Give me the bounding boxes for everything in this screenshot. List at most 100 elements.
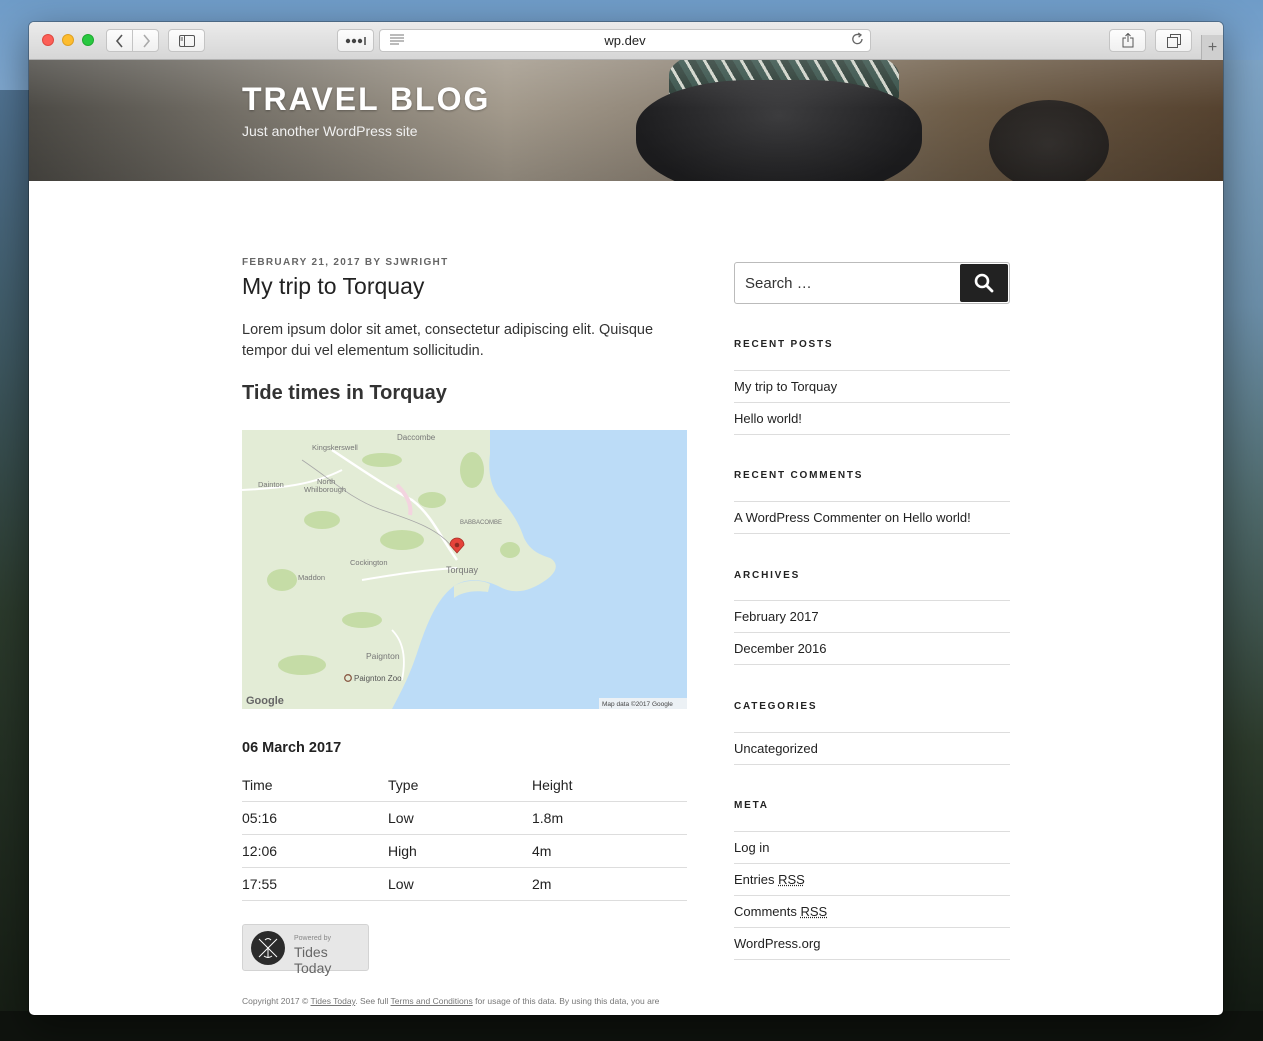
search-icon <box>974 273 994 293</box>
map-label-daccombe: Daccombe <box>397 433 436 442</box>
tides-today-logo-icon <box>251 931 285 965</box>
post-by: BY <box>364 257 382 268</box>
maximize-window-button[interactable] <box>82 34 94 46</box>
post-excerpt: Lorem ipsum dolor sit amet, consectetur … <box>242 322 654 359</box>
map-label-paignton-zoo: Paignton Zoo <box>354 674 402 683</box>
categories-list: Uncategorized <box>734 732 1010 765</box>
post-date[interactable]: FEBRUARY 21, 2017 <box>242 257 361 268</box>
site-header: TRAVEL BLOG Just another WordPress site <box>29 60 1223 181</box>
archives-list: February 2017 December 2016 <box>734 600 1010 665</box>
column-header-type: Type <box>388 769 532 802</box>
widget-title-recent-comments: RECENT COMMENTS <box>734 470 864 481</box>
search-button[interactable] <box>960 264 1008 302</box>
post-title[interactable]: My trip to Torquay <box>242 273 424 300</box>
extensions-button[interactable] <box>337 29 374 52</box>
map-label-maddon: Maddon <box>298 573 325 582</box>
tide-table: Time Type Height 05:16 Low 1.8m 12:06 Hi… <box>242 769 687 901</box>
show-sidebar-button[interactable] <box>168 29 205 52</box>
map-label-kingskerswell: Kingskerswell <box>312 443 358 452</box>
map-label-torquay: Torquay <box>446 565 479 575</box>
search-input[interactable] <box>735 263 960 303</box>
address-bar[interactable]: wp.dev <box>379 29 871 52</box>
tides-today-link[interactable]: Tides Today <box>311 996 356 1006</box>
browser-window: wp.dev + TRAVEL BLOG Just another WordPr… <box>29 22 1223 1015</box>
comment-post[interactable]: Hello world! <box>903 510 971 525</box>
map-label-cockington: Cockington <box>350 558 388 567</box>
powered-by-badge[interactable]: Powered by Tides Today <box>242 924 369 976</box>
table-header-row: Time Type Height <box>242 769 687 802</box>
entries-label: Entries <box>734 872 775 887</box>
list-item[interactable]: Uncategorized <box>734 733 1010 765</box>
tab-overview-button[interactable] <box>1155 29 1192 52</box>
list-item[interactable]: Entries RSS <box>734 864 1010 896</box>
table-row: 17:55 Low 2m <box>242 867 687 901</box>
forward-button[interactable] <box>132 29 159 52</box>
widget-title-categories: CATEGORIES <box>734 701 818 712</box>
list-item[interactable]: My trip to Torquay <box>734 371 1010 403</box>
back-icon <box>115 33 123 48</box>
tide-time: 12:06 <box>242 834 388 868</box>
list-item[interactable]: February 2017 <box>734 601 1010 633</box>
recent-comments-list: A WordPress Commenter on Hello world! <box>734 501 1010 534</box>
tide-time: 05:16 <box>242 801 388 835</box>
reader-icon[interactable] <box>390 33 404 48</box>
list-item[interactable]: Log in <box>734 832 1010 864</box>
forward-icon <box>142 33 150 48</box>
minimize-window-button[interactable] <box>62 34 74 46</box>
tide-date: 06 March 2017 <box>242 740 342 756</box>
column-header-height: Height <box>532 769 687 802</box>
page-content: FEBRUARY 21, 2017 BY SJWRIGHT My trip to… <box>29 181 1223 1015</box>
terms-link[interactable]: Terms and Conditions <box>391 996 473 1006</box>
tide-height: 4m <box>532 834 687 868</box>
header-shade <box>29 60 1223 181</box>
copyright-suffix: for usage of this data. By using this da… <box>475 996 660 1006</box>
comments-label: Comments <box>734 904 797 919</box>
widget-title-recent-posts: RECENT POSTS <box>734 339 834 350</box>
new-tab-icon: + <box>1207 38 1218 56</box>
list-item[interactable]: Comments RSS <box>734 896 1010 928</box>
list-item[interactable]: WordPress.org <box>734 928 1010 960</box>
comment-on: on <box>884 510 900 525</box>
map-attribution[interactable]: Map data ©2017 Google <box>602 700 673 708</box>
google-map[interactable]: Daccombe Kingskerswell Dainton North Whi… <box>242 430 687 709</box>
list-item: A WordPress Commenter on Hello world! <box>734 502 1010 534</box>
share-icon <box>1122 33 1133 48</box>
search-form <box>734 262 1010 304</box>
share-button[interactable] <box>1109 29 1146 52</box>
table-row: 05:16 Low 1.8m <box>242 801 687 835</box>
map-label-dainton: Dainton <box>258 480 284 489</box>
list-item[interactable]: December 2016 <box>734 633 1010 665</box>
google-logo[interactable]: Google <box>246 695 284 707</box>
recent-posts-list: My trip to Torquay Hello world! <box>734 370 1010 435</box>
extensions-icon <box>345 36 366 45</box>
widget-title-archives: ARCHIVES <box>734 570 801 581</box>
powered-by-label: Powered by <box>294 935 331 942</box>
tide-type: High <box>388 834 532 868</box>
powered-by-name: Tides Today <box>294 944 332 976</box>
reload-icon[interactable] <box>851 32 864 49</box>
post-meta: FEBRUARY 21, 2017 BY SJWRIGHT <box>242 257 449 268</box>
comment-author[interactable]: A WordPress Commenter <box>734 510 881 525</box>
widget-title-meta: META <box>734 800 769 811</box>
site-title[interactable]: TRAVEL BLOG <box>242 81 490 118</box>
background-bottom <box>0 1011 1263 1041</box>
tide-height: 2m <box>532 867 687 901</box>
copyright-notice: Copyright 2017 © Tides Today. See full T… <box>242 996 659 1006</box>
map-label-babbacombe: BABBACOMBE <box>460 520 502 526</box>
close-window-button[interactable] <box>42 34 54 46</box>
new-tab-button[interactable]: + <box>1201 35 1223 60</box>
table-row: 12:06 High 4m <box>242 834 687 868</box>
copyright-prefix: Copyright 2017 © <box>242 996 309 1006</box>
tide-time: 17:55 <box>242 867 388 901</box>
tide-type: Low <box>388 867 532 901</box>
post-author[interactable]: SJWRIGHT <box>385 257 448 268</box>
browser-toolbar: wp.dev + <box>29 22 1223 60</box>
tide-height: 1.8m <box>532 801 687 835</box>
list-item[interactable]: Hello world! <box>734 403 1010 435</box>
tabs-icon <box>1166 33 1181 48</box>
copyright-middle: . See full <box>355 996 389 1006</box>
column-header-time: Time <box>242 769 388 802</box>
rss-abbr: RSS <box>800 904 828 919</box>
back-button[interactable] <box>106 29 133 52</box>
map-label-whilborough: Whilborough <box>304 485 346 494</box>
